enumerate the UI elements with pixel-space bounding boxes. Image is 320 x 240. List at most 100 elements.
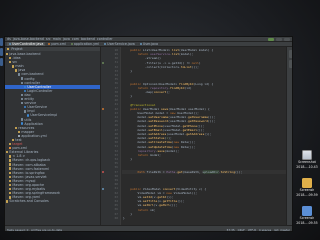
code-line: } (122, 69, 132, 73)
folder-icon (9, 159, 12, 162)
line-number: 68 (114, 215, 118, 220)
breadcrumb-item[interactable]: backend (81, 37, 95, 41)
code-token: vm; (148, 207, 156, 212)
breadcrumb-item[interactable]: java (63, 37, 70, 41)
code-token: .collect(Collectors. (144, 64, 181, 69)
editor-tab[interactable]: UserController.java (7, 42, 46, 46)
breadcrumb-item[interactable]: com (72, 37, 79, 41)
folder-icon (9, 187, 12, 191)
folder-icon (7, 47, 10, 51)
code-token: list (171, 52, 180, 57)
code-token: Path (137, 169, 145, 174)
line-number: 51 (114, 144, 118, 149)
pkg-icon (21, 77, 24, 80)
java-file-icon (9, 43, 11, 45)
desktop-file-icon[interactable]: Screenshot 2018-...10.43 (296, 150, 318, 170)
code-token: } (123, 216, 125, 220)
file-encoding[interactable]: UTF-8 (248, 228, 256, 232)
java-icon (21, 122, 24, 125)
git-branch[interactable]: Git: master (274, 228, 290, 232)
gutter-marker-icon[interactable] (102, 107, 104, 110)
xml-file-icon (48, 43, 51, 45)
folder-icon (9, 167, 12, 170)
code-token: ()); (235, 169, 243, 174)
line-number: 46 (114, 123, 118, 128)
debug-button[interactable] (276, 37, 282, 41)
tab-label: UserController.java (12, 42, 44, 46)
gutter-marker-icon[interactable] (102, 187, 104, 190)
editor-tab[interactable]: pom.xml (46, 42, 68, 46)
screenshot-thumbnail-icon (302, 150, 312, 160)
breadcrumb-item[interactable]: controller (97, 37, 113, 41)
code-token: ()); (207, 119, 216, 124)
line-separator[interactable]: CRLF (238, 228, 245, 232)
project-tree: java-base-backend .idea src main java com.bac… (5, 51, 100, 203)
breadcrumb-item[interactable]: ds (7, 37, 11, 41)
java-icon (24, 89, 27, 93)
project-panel: Project java-base-backend .idea src main jav… (5, 47, 101, 225)
code-token: } (123, 94, 133, 99)
line-number: 57 (114, 169, 118, 174)
line-number: 32 (114, 64, 118, 69)
breadcrumb: ds java-base-backend src main java com backend… (7, 37, 113, 41)
breakpoint-icon[interactable] (102, 170, 104, 173)
editor-tab[interactable]: User.java (137, 42, 160, 46)
xml-icon (9, 147, 12, 150)
folder-icon (15, 126, 18, 129)
folder-icon (9, 192, 12, 195)
database-tool-button[interactable] (289, 60, 292, 68)
code-token: } (123, 157, 133, 162)
code-line: .collect(Collectors.toList()); (122, 65, 199, 69)
desktop-file-icon[interactable]: Screensh 2018-...09.55 (296, 206, 318, 226)
tree-item-label: UserServiceImpl (30, 113, 58, 118)
code-token: return (137, 153, 149, 157)
line-number: 42 (114, 106, 118, 111)
breadcrumb-item[interactable]: src (46, 37, 51, 41)
project-panel-title: Project (11, 47, 23, 51)
maven-tool-button[interactable] (289, 50, 292, 58)
code-token: return (137, 207, 149, 212)
code-token: ) (198, 60, 201, 65)
gutter-marker-icon[interactable] (102, 61, 104, 64)
line-number: 52 (114, 148, 118, 153)
dock-item[interactable] (0, 48, 3, 56)
dock-item[interactable] (0, 58, 3, 66)
code-token: findById (169, 85, 185, 90)
folder-icon (302, 178, 312, 188)
folder-icon (9, 196, 12, 199)
code-line: } (122, 157, 132, 161)
code-token: (model); (179, 52, 194, 57)
pkg-icon (24, 110, 27, 113)
folder-icon (9, 142, 12, 146)
run-button[interactable] (268, 37, 274, 41)
line-number: 56 (114, 165, 118, 170)
desktop-file-icon[interactable]: Screensh 2018-...09.59 (296, 178, 318, 198)
tree-item[interactable]: Scratches and Consoles (5, 199, 100, 203)
code-token: getUrl (159, 203, 170, 208)
editor-tab[interactable]: application.yml (68, 42, 102, 46)
search-button[interactable] (284, 37, 290, 41)
code-token: (id) (184, 85, 192, 90)
cursor-position[interactable]: 57:35 (227, 228, 235, 232)
line-number: 66 (114, 207, 118, 212)
line-number: 31 (114, 60, 118, 65)
folder-icon (9, 171, 12, 174)
breadcrumb-item[interactable]: main (53, 37, 61, 41)
dock-item[interactable] (0, 38, 3, 46)
folder-icon (12, 138, 15, 142)
tree-item-label: Scratches and Consoles (9, 199, 49, 204)
indent-setting[interactable]: 4 spaces (259, 228, 271, 232)
line-number: 41 (114, 102, 118, 107)
pkg-icon (18, 73, 21, 76)
code-editor[interactable]: public List<UserModel> list(UserModel mo… (122, 47, 286, 225)
editor-tab[interactable]: UserService.java (102, 42, 137, 46)
breadcrumb-item[interactable]: java-base-backend (13, 37, 44, 41)
line-number: 62 (114, 190, 118, 195)
pkg-icon (21, 81, 24, 84)
java-file-icon (139, 43, 142, 45)
java-icon (24, 85, 27, 88)
code-line: Path filePath = Paths.get(basePath, uplo… (122, 169, 286, 174)
code-token: } (123, 69, 133, 73)
code-token: toString (220, 169, 236, 174)
file-icon (18, 134, 21, 138)
